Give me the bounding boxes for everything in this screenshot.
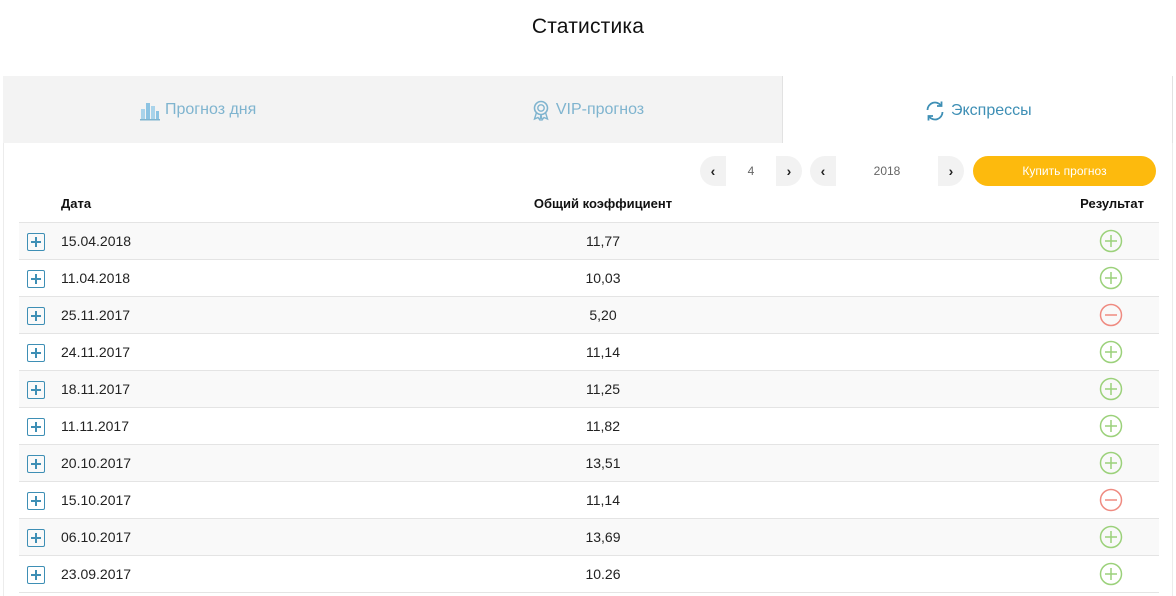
header-coefficient: Общий коэффициент: [533, 196, 673, 211]
table-row[interactable]: 06.10.2017 13,69: [19, 519, 1159, 556]
table-row[interactable]: 15.04.2018 11,77: [19, 223, 1159, 260]
table-body: 15.04.2018 11,77 11.04.2018 10,03 25.11.2017…: [19, 223, 1159, 593]
month-next-button[interactable]: ›: [776, 156, 802, 186]
tab-label: Экспрессы: [951, 101, 1032, 119]
row-coefficient: 10.26: [585, 566, 621, 582]
table-row[interactable]: 11.11.2017 11,82: [19, 408, 1159, 445]
row-coefficient: 13,69: [585, 529, 621, 545]
row-coefficient: 10,03: [585, 270, 621, 286]
table-header: Дата Общий коэффициент Результат: [19, 186, 1159, 223]
year-selector: ‹ 2018 ›: [810, 156, 964, 186]
row-coefficient: 11,25: [586, 381, 620, 397]
tab-express[interactable]: Экспрессы: [781, 76, 1173, 145]
award-icon: [530, 99, 552, 121]
year-value[interactable]: 2018: [836, 156, 938, 186]
month-prev-button[interactable]: ‹: [700, 156, 726, 186]
result-win-icon: [1099, 377, 1123, 401]
result-win-icon: [1099, 525, 1123, 549]
result-win-icon: [1099, 414, 1123, 438]
row-coefficient: 11,14: [586, 344, 620, 360]
result-loss-icon: [1099, 488, 1123, 512]
refresh-icon: [923, 99, 947, 123]
result-win-icon: [1099, 340, 1123, 364]
tab-vip-forecast[interactable]: VIP-прогноз: [392, 76, 781, 143]
row-coefficient: 11,14: [586, 492, 620, 508]
filter-controls: ‹ 4 › ‹ 2018 › Купить прогноз: [0, 156, 1176, 186]
page-title: Статистика: [531, 15, 645, 38]
table-row[interactable]: 18.11.2017 11,25: [19, 371, 1159, 408]
result-win-icon: [1099, 562, 1123, 586]
result-win-icon: [1099, 266, 1123, 290]
month-selector: ‹ 4 ›: [700, 156, 802, 186]
tab-label: VIP-прогноз: [555, 100, 645, 118]
row-coefficient: 11,82: [586, 418, 620, 434]
bar-chart-icon: [139, 99, 161, 121]
tab-bar: Прогноз дня VIP-прогноз Экспрессы: [3, 76, 1173, 145]
table-row[interactable]: 23.09.2017 10.26: [19, 556, 1159, 593]
row-coefficient: 13,51: [585, 455, 621, 471]
row-coefficient: 5,20: [589, 307, 617, 323]
result-win-icon: [1099, 451, 1123, 475]
table-row[interactable]: 20.10.2017 13,51: [19, 445, 1159, 482]
tab-label: Прогноз дня: [165, 100, 257, 118]
month-value[interactable]: 4: [726, 156, 776, 186]
tab-daily-forecast[interactable]: Прогноз дня: [3, 76, 392, 143]
year-next-button[interactable]: ›: [938, 156, 964, 186]
result-win-icon: [1099, 229, 1123, 253]
table-row[interactable]: 15.10.2017 11,14: [19, 482, 1159, 519]
year-prev-button[interactable]: ‹: [810, 156, 836, 186]
result-loss-icon: [1099, 303, 1123, 327]
table-row[interactable]: 25.11.2017 5,20: [19, 297, 1159, 334]
buy-forecast-button[interactable]: Купить прогноз: [973, 156, 1156, 186]
table-row[interactable]: 11.04.2018 10,03: [19, 260, 1159, 297]
stats-table: Дата Общий коэффициент Результат 15.04.2…: [19, 186, 1159, 593]
header-result: Результат: [1080, 196, 1144, 211]
row-coefficient: 11,77: [586, 233, 620, 249]
table-row[interactable]: 24.11.2017 11,14: [19, 334, 1159, 371]
